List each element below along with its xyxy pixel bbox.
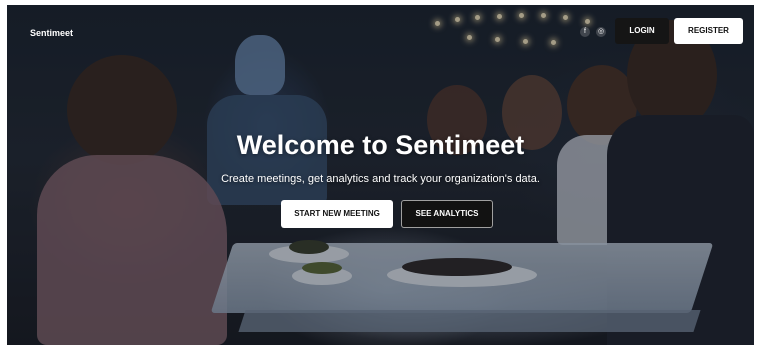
hero-subtitle: Create meetings, get analytics and track…: [221, 173, 540, 185]
hero-section: Sentimeet f ◎ LOGIN REGISTER Welcome to …: [7, 5, 754, 345]
see-analytics-button[interactable]: SEE ANALYTICS: [401, 200, 493, 228]
hero-title: Welcome to Sentimeet: [236, 130, 525, 160]
instagram-icon[interactable]: ◎: [596, 27, 606, 37]
login-button[interactable]: LOGIN: [615, 18, 669, 44]
register-button[interactable]: REGISTER: [674, 18, 743, 44]
brand-logo[interactable]: Sentimeet: [30, 28, 73, 38]
start-new-meeting-button[interactable]: START NEW MEETING: [281, 200, 393, 228]
facebook-icon[interactable]: f: [580, 27, 590, 37]
